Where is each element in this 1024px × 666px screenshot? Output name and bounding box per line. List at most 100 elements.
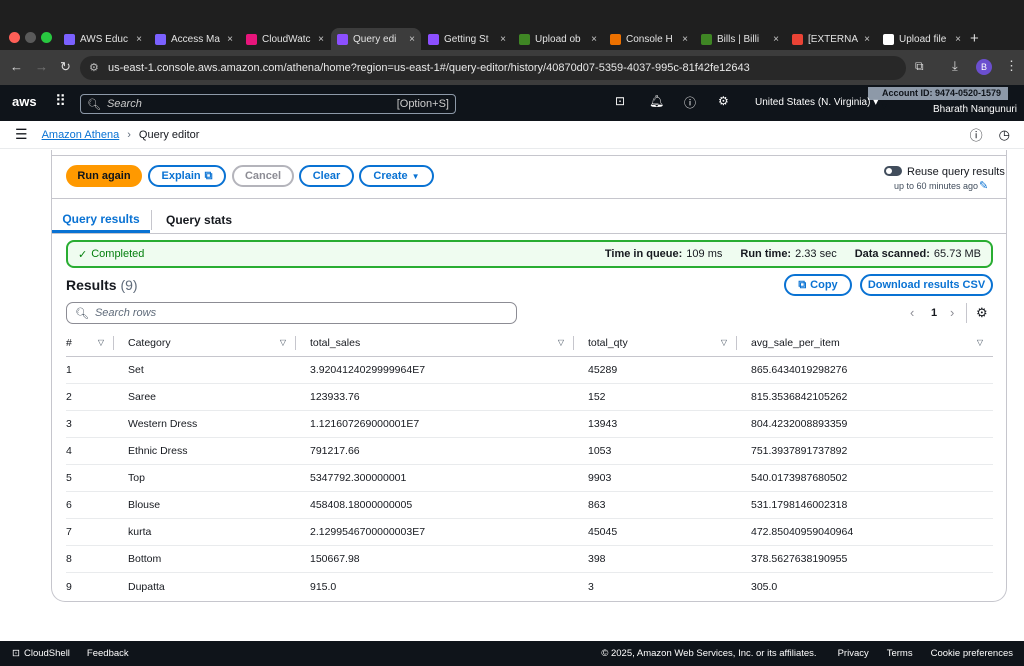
table-cell: Ethnic Dress: [114, 437, 296, 465]
column-header[interactable]: total_qty ▽: [574, 330, 737, 357]
browser-tab[interactable]: [EXTERNA ×: [786, 28, 876, 50]
tab-title: CloudWatc: [262, 33, 311, 45]
reload-button[interactable]: ↻: [60, 59, 71, 75]
browser-tab[interactable]: CloudWatc ×: [240, 28, 330, 50]
cloudshell-icon[interactable]: ⊡: [615, 94, 625, 108]
user-name[interactable]: Bharath Nangunuri: [933, 104, 1017, 115]
column-header[interactable]: Category ▽: [114, 330, 296, 357]
clock-icon[interactable]: ◷: [999, 127, 1010, 143]
url-field[interactable]: ⚙ us-east-1.console.aws.amazon.com/athen…: [80, 56, 906, 80]
region-selector[interactable]: United States (N. Virginia) ▾: [755, 97, 878, 108]
page-number-button[interactable]: 1: [931, 307, 937, 319]
profile-avatar[interactable]: B: [976, 59, 992, 75]
browser-tab[interactable]: Bills | Billi ×: [695, 28, 785, 50]
table-cell: 5: [66, 464, 114, 492]
close-window-button[interactable]: [9, 32, 20, 43]
aws-search-input[interactable]: 🔍︎ Search [Option+S]: [80, 94, 456, 114]
browser-tab[interactable]: Getting St ×: [422, 28, 512, 50]
column-header-label: #: [66, 336, 72, 349]
sort-icon[interactable]: ▽: [977, 338, 983, 347]
close-tab-icon[interactable]: ×: [864, 34, 870, 45]
browser-tab[interactable]: AWS Educ ×: [58, 28, 148, 50]
terms-link[interactable]: Terms: [887, 648, 913, 659]
previous-page-button[interactable]: ‹: [910, 305, 914, 320]
help-icon[interactable]: ⓘ: [684, 94, 696, 111]
close-tab-icon[interactable]: ×: [136, 34, 142, 45]
table-cell: 751.3937891737892: [737, 437, 993, 465]
cancel-button[interactable]: Cancel: [232, 165, 294, 187]
explain-button[interactable]: Explain ⧉: [148, 165, 226, 187]
edit-pencil-icon[interactable]: ✎: [979, 179, 988, 192]
next-page-button[interactable]: ›: [950, 305, 954, 320]
tab-favicon-icon: [428, 33, 439, 45]
copy-button[interactable]: ⧉ Copy: [784, 274, 852, 296]
create-label: Create: [373, 170, 408, 182]
table-cell: 3: [66, 410, 114, 438]
close-tab-icon[interactable]: ×: [318, 34, 324, 45]
search-rows-placeholder: Search rows: [94, 307, 157, 319]
reuse-results-toggle[interactable]: [884, 166, 902, 176]
settings-gear-icon[interactable]: ⚙: [718, 94, 729, 108]
maximize-window-button[interactable]: [41, 32, 52, 43]
close-tab-icon[interactable]: ×: [500, 34, 506, 45]
table-cell: 6: [66, 491, 114, 520]
browser-tab[interactable]: Upload file ×: [877, 28, 967, 50]
site-settings-icon[interactable]: ⚙: [89, 61, 99, 74]
column-header[interactable]: avg_sale_per_item ▽: [737, 330, 993, 357]
cookie-preferences-link[interactable]: Cookie preferences: [931, 648, 1013, 659]
notifications-bell-icon[interactable]: 🔔︎: [649, 94, 664, 108]
clear-button[interactable]: Clear: [299, 165, 354, 187]
console-footer: ⊡ CloudShell Feedback © 2025, Amazon Web…: [0, 641, 1024, 666]
forward-button[interactable]: →: [35, 59, 48, 74]
info-icon[interactable]: ⓘ: [970, 125, 983, 144]
tab-query-results[interactable]: Query results: [52, 207, 150, 233]
browser-tab[interactable]: Upload ob ×: [513, 28, 603, 50]
table-preferences-gear-icon[interactable]: ⚙: [976, 305, 988, 321]
menu-kebab-icon[interactable]: ⋮: [1005, 58, 1018, 74]
account-id-badge[interactable]: Account ID: 9474-0520-1579 ▾: [868, 87, 1008, 111]
column-header[interactable]: total_sales ▽: [296, 330, 574, 357]
column-header[interactable]: # ▽: [66, 330, 114, 357]
close-tab-icon[interactable]: ×: [682, 34, 688, 45]
hamburger-menu-icon[interactable]: ☰: [15, 126, 28, 143]
cloudshell-link[interactable]: CloudShell: [24, 648, 70, 659]
search-shortcut: [Option+S]: [396, 98, 449, 110]
close-tab-icon[interactable]: ×: [227, 34, 233, 45]
aws-logo[interactable]: aws: [12, 94, 37, 109]
feedback-link[interactable]: Feedback: [87, 648, 129, 659]
close-tab-icon[interactable]: ×: [773, 34, 779, 45]
reuse-results-sub: up to 60 minutes ago: [894, 181, 979, 191]
tab-favicon-icon: [337, 33, 348, 45]
browser-tab[interactable]: Query edi ×: [331, 28, 421, 50]
download-icon[interactable]: ⤓: [952, 58, 958, 74]
browser-tab[interactable]: Access Ma ×: [149, 28, 239, 50]
tab-query-stats[interactable]: Query stats: [166, 207, 232, 233]
sort-icon[interactable]: ▽: [721, 338, 727, 347]
run-time-label: Run time:: [740, 248, 792, 260]
cloudshell-icon: ⊡: [12, 648, 20, 659]
table-row: 2 Saree 123933.76 152 815.3536842105262: [66, 383, 993, 411]
close-tab-icon[interactable]: ×: [955, 34, 961, 45]
minimize-window-button[interactable]: [25, 32, 36, 43]
divider: [966, 303, 967, 323]
browser-tab[interactable]: Console H ×: [604, 28, 694, 50]
new-tab-button[interactable]: +: [970, 30, 979, 47]
privacy-link[interactable]: Privacy: [838, 648, 869, 659]
sort-icon[interactable]: ▽: [98, 338, 104, 347]
download-csv-button[interactable]: Download results CSV: [860, 274, 993, 296]
breadcrumb-athena-link[interactable]: Amazon Athena: [42, 129, 120, 141]
reuse-results-label: Reuse query results: [907, 166, 1005, 178]
services-grid-icon[interactable]: ⠿: [55, 92, 66, 110]
tab-favicon-icon: [64, 33, 75, 45]
run-again-button[interactable]: Run again: [66, 165, 142, 187]
close-tab-icon[interactable]: ×: [409, 34, 415, 45]
sort-icon[interactable]: ▽: [558, 338, 564, 347]
sort-icon[interactable]: ▽: [280, 338, 286, 347]
cast-icon[interactable]: ⧉: [915, 59, 924, 74]
table-row: 6 Blouse 458408.18000000005 863 531.17981460…: [66, 491, 993, 520]
search-rows-input[interactable]: 🔍︎ Search rows: [66, 302, 517, 324]
close-tab-icon[interactable]: ×: [591, 34, 597, 45]
back-button[interactable]: ←: [10, 59, 23, 74]
table-cell: 7: [66, 518, 114, 547]
create-dropdown-button[interactable]: Create ▼: [359, 165, 434, 187]
